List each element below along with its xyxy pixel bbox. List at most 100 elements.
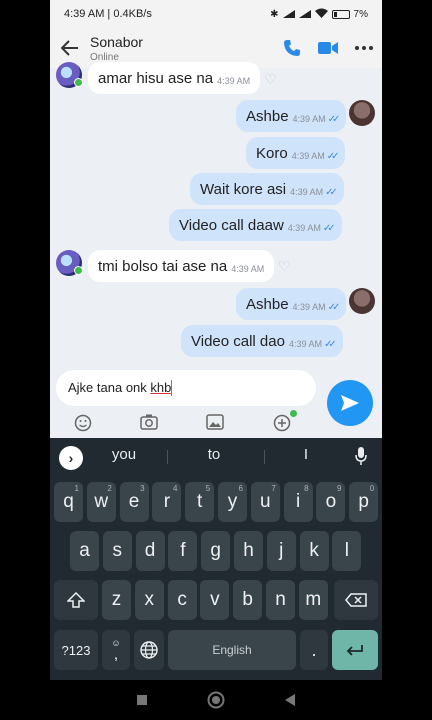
smiley-icon <box>74 414 92 432</box>
expand-toolbar-button[interactable]: › <box>59 446 83 470</box>
language-key[interactable] <box>134 630 164 670</box>
key-n[interactable]: n <box>266 580 295 620</box>
key-p[interactable]: p0 <box>349 482 379 522</box>
chevron-right-icon: › <box>68 450 74 466</box>
home-button[interactable] <box>206 690 226 710</box>
message-time: 4:39 AM <box>287 223 321 233</box>
video-call-button[interactable] <box>310 28 346 68</box>
status-right: ✱ 7% <box>270 8 368 21</box>
key-z[interactable]: z <box>102 580 131 620</box>
emoji-button[interactable] <box>74 414 92 436</box>
key-label: t <box>197 491 203 512</box>
read-ticks-icon: ✓✓ <box>324 338 337 350</box>
key-hint: 7 <box>271 484 276 493</box>
key-c[interactable]: c <box>167 580 197 620</box>
key-label: e <box>128 491 140 512</box>
signal-icon-2 <box>298 10 311 18</box>
key-j[interactable]: j <box>266 531 296 571</box>
message-bubble[interactable]: amar hisu ase na 4:39 AM <box>88 62 261 94</box>
period-key[interactable]: . <box>300 630 328 670</box>
shift-key[interactable] <box>54 580 98 620</box>
message-text: tmi bolso tai ase na <box>98 257 228 275</box>
key-hint: 2 <box>107 484 112 493</box>
key-u[interactable]: u7 <box>250 482 280 522</box>
network-speed: 0.4KB/s <box>113 8 152 20</box>
key-k[interactable]: k <box>299 531 329 571</box>
key-h[interactable]: h <box>234 531 263 571</box>
read-ticks-icon: ✓✓ <box>327 113 341 125</box>
symbols-key[interactable]: ?123 <box>54 630 98 670</box>
key-f[interactable]: f <box>168 531 198 571</box>
message-bubble[interactable]: Ashbe 4:39 AM ✓✓ <box>236 288 347 320</box>
phone-screen: 4:39 AM | 0.4KB/s ✱ 7% Sonabor Online am… <box>50 0 382 680</box>
battery-icon <box>331 9 350 19</box>
message-text: Ashbe <box>246 295 289 313</box>
key-e[interactable]: e3 <box>119 482 149 522</box>
triangle-back-icon <box>285 694 295 706</box>
suggestion-0[interactable]: you <box>94 446 154 463</box>
suggestion-strip: › you to I <box>50 438 382 474</box>
back-nav-button[interactable] <box>280 690 300 710</box>
microphone-button[interactable] <box>355 447 367 470</box>
key-s[interactable]: s <box>102 531 132 571</box>
gallery-button[interactable] <box>206 414 224 434</box>
my-avatar[interactable] <box>349 100 375 126</box>
my-avatar[interactable] <box>349 288 375 314</box>
key-w[interactable]: w2 <box>86 482 116 522</box>
backspace-key[interactable] <box>334 580 378 620</box>
heart-icon[interactable]: ♡ <box>264 71 277 88</box>
key-m[interactable]: m <box>298 580 328 620</box>
enter-key[interactable] <box>332 630 378 670</box>
message-input[interactable]: Ajke tana onk khb <box>56 370 316 406</box>
key-b[interactable]: b <box>233 580 263 620</box>
message-list[interactable]: amar hisu ase na 4:39 AM ♡ Ashbe 4:39 AM… <box>50 62 382 360</box>
message-time: 4:39 AM <box>291 151 325 161</box>
camera-button[interactable] <box>140 414 158 434</box>
plus-circle-icon <box>273 414 291 432</box>
message-bubble[interactable]: Wait kore asi 4:39 AM ✓✓ <box>190 173 344 205</box>
key-y[interactable]: y6 <box>218 482 247 522</box>
suggestion-divider <box>167 450 168 464</box>
message-text: Video call dao <box>191 332 285 350</box>
key-v[interactable]: v <box>200 580 230 620</box>
key-i[interactable]: i8 <box>283 482 313 522</box>
suggestion-divider <box>264 450 265 464</box>
key-r[interactable]: r4 <box>152 482 182 522</box>
recents-button[interactable] <box>132 690 152 710</box>
key-o[interactable]: o9 <box>316 482 346 522</box>
key-hint: 9 <box>336 484 342 493</box>
key-g[interactable]: g <box>201 531 231 571</box>
key-a[interactable]: a <box>70 531 99 571</box>
key-x[interactable]: x <box>134 580 164 620</box>
key-t[interactable]: t5 <box>185 482 215 522</box>
message-bubble[interactable]: tmi bolso tai ase na 4:39 AM <box>88 250 275 282</box>
space-key[interactable]: English <box>168 630 296 670</box>
backspace-icon <box>345 593 367 607</box>
key-label: p <box>358 491 369 512</box>
message-bubble[interactable]: Koro 4:39 AM ✓✓ <box>246 137 346 169</box>
wifi-icon <box>314 8 328 21</box>
message-bubble[interactable]: Ashbe 4:39 AM ✓✓ <box>236 100 347 132</box>
key-l[interactable]: l <box>332 531 362 571</box>
online-indicator <box>74 266 83 275</box>
contact-info[interactable]: Sonabor Online <box>90 34 274 63</box>
globe-icon <box>140 641 158 659</box>
message-text: Wait kore asi <box>200 180 287 198</box>
key-label: u <box>260 491 271 512</box>
comma-key[interactable]: ☺ , <box>102 630 130 670</box>
key-d[interactable]: d <box>135 531 165 571</box>
voice-call-button[interactable] <box>274 28 310 68</box>
suggestion-2[interactable]: I <box>276 446 336 463</box>
key-q[interactable]: q1 <box>54 482 83 522</box>
heart-icon[interactable]: ♡ <box>278 258 291 275</box>
key-label: q <box>63 491 74 512</box>
input-text-plain: Ajke tana onk <box>68 379 151 395</box>
message-bubble[interactable]: Video call daaw 4:39 AM ✓✓ <box>169 209 342 241</box>
key-label: w <box>94 491 109 512</box>
add-button[interactable] <box>273 414 291 436</box>
message-time: 4:39 AM <box>290 187 324 197</box>
more-options-button[interactable] <box>346 28 382 68</box>
message-bubble[interactable]: Video call dao 4:39 AM ✓✓ <box>181 325 343 357</box>
suggestion-1[interactable]: to <box>184 446 244 463</box>
square-icon <box>137 695 147 705</box>
